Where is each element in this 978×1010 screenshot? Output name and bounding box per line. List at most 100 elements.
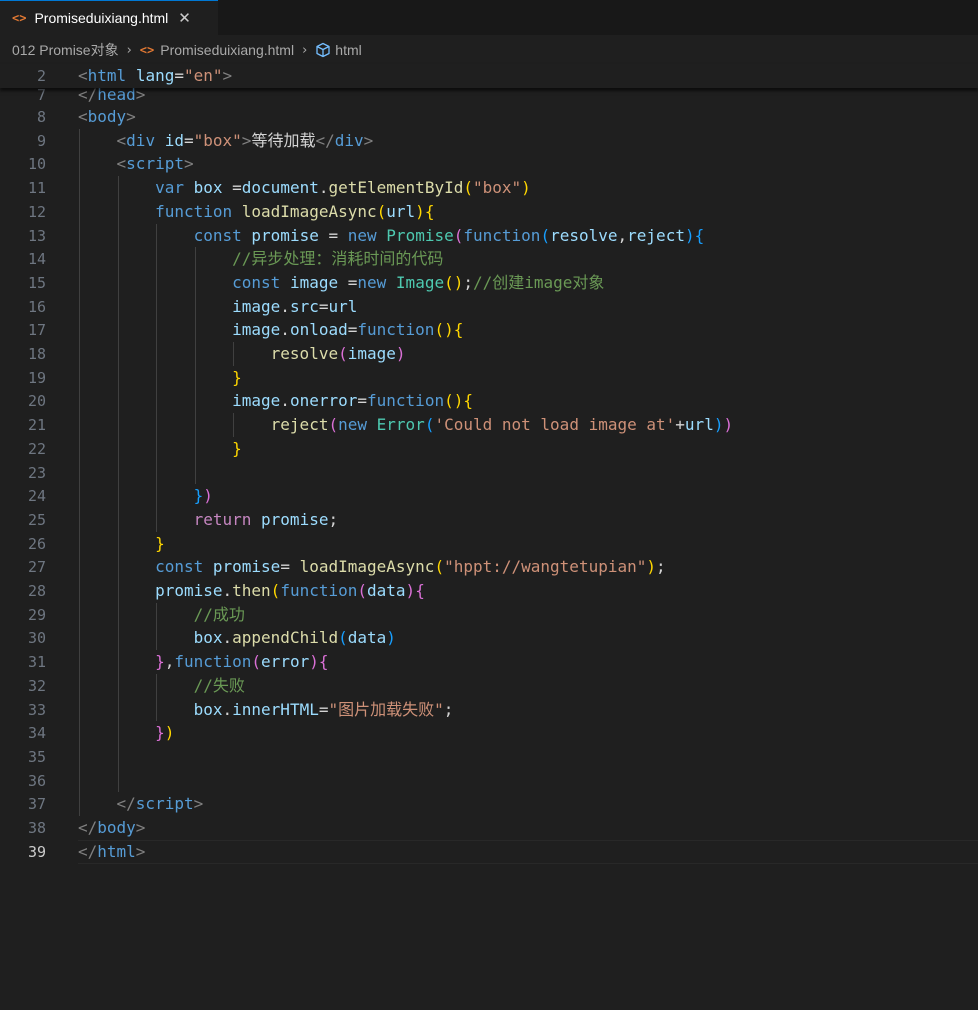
code-token: data bbox=[367, 581, 406, 600]
sticky-scroll-line[interactable]: 2 <html lang="en"> bbox=[0, 64, 978, 88]
code-token: ( bbox=[424, 415, 435, 435]
line-number: 22 bbox=[27, 439, 46, 458]
code-text: <body> bbox=[78, 105, 136, 129]
code-line[interactable]: 8 <body> bbox=[0, 105, 978, 129]
breadcrumb-symbol[interactable]: html bbox=[335, 42, 361, 58]
code-token: () bbox=[434, 320, 454, 340]
code-line[interactable]: 10 <script> bbox=[0, 152, 978, 176]
code-token: Error bbox=[376, 415, 425, 435]
code-line[interactable]: 33 box.innerHTML="图片加载失败"; bbox=[0, 698, 978, 722]
code-token: getElementById bbox=[328, 178, 464, 198]
code-token: < bbox=[116, 154, 127, 174]
indent-guide bbox=[156, 673, 158, 722]
code-line[interactable]: 35 bbox=[0, 745, 978, 769]
code-token: </ bbox=[116, 794, 136, 814]
code-line[interactable]: 31 },function(error){ bbox=[0, 650, 978, 674]
code-line[interactable]: 29 //成功 bbox=[0, 603, 978, 627]
code-line[interactable]: 13 const promise = new Promise(function(… bbox=[0, 224, 978, 248]
code-line[interactable]: 26 } bbox=[0, 532, 978, 556]
code-token: ) bbox=[415, 201, 425, 221]
code-editor[interactable]: 2 <html lang="en"> 7 </head> 8 <body> 9 <div i… bbox=[0, 64, 978, 1010]
code-line[interactable]: 38 </body> bbox=[0, 816, 978, 840]
code-line[interactable]: 25 return promise; bbox=[0, 508, 978, 532]
line-number: 23 bbox=[27, 463, 46, 482]
code-token: ( bbox=[328, 415, 339, 435]
code-line[interactable]: 27 const promise= loadImageAsync("hppt:/… bbox=[0, 555, 978, 579]
code-line[interactable]: 14 //异步处理：消耗时间的代码 bbox=[0, 247, 978, 271]
code-token: onload bbox=[289, 320, 348, 340]
code-line[interactable]: 19 } bbox=[0, 366, 978, 390]
code-token: "box" bbox=[472, 178, 522, 198]
line-number: 13 bbox=[27, 226, 46, 245]
code-text: function loadImageAsync(url){ bbox=[78, 200, 434, 224]
code-line[interactable]: 34 }) bbox=[0, 721, 978, 745]
code-token: { bbox=[318, 652, 329, 672]
code-token: return bbox=[193, 509, 252, 529]
line-number: 25 bbox=[27, 510, 46, 529]
code-token: </ bbox=[78, 841, 98, 861]
code-line[interactable]: 23 bbox=[0, 461, 978, 485]
code-token: body bbox=[87, 107, 127, 126]
code-line[interactable]: 21 reject(new Error('Could not load imag… bbox=[0, 413, 978, 437]
code-line[interactable]: 37 </script> bbox=[0, 792, 978, 816]
code-line[interactable]: 22 } bbox=[0, 437, 978, 461]
code-token: ) bbox=[395, 344, 406, 363]
cube-symbol-icon bbox=[315, 42, 331, 58]
code-line[interactable]: 36 bbox=[0, 769, 978, 793]
code-line[interactable]: 20 image.onerror=function(){ bbox=[0, 389, 978, 413]
code-token: > bbox=[183, 154, 194, 174]
code-text: <script> bbox=[78, 152, 194, 176]
code-line[interactable]: 18 resolve(image) bbox=[0, 342, 978, 366]
code-line[interactable]: 39 </html> bbox=[0, 839, 978, 864]
code-line[interactable]: 11 var box =document.getElementById("box… bbox=[0, 176, 978, 200]
code-line[interactable]: 17 image.onload=function(){ bbox=[0, 318, 978, 342]
code-token: = bbox=[357, 391, 368, 411]
code-line[interactable]: 16 image.src=url bbox=[0, 295, 978, 319]
breadcrumb-file[interactable]: Promiseduixiang.html bbox=[160, 42, 294, 58]
code-line[interactable]: 15 const image =new Image();//创建image对象 bbox=[0, 271, 978, 295]
line-number: 32 bbox=[27, 676, 46, 695]
code-text: resolve(image) bbox=[78, 342, 406, 366]
code-text: //异步处理：消耗时间的代码 bbox=[78, 247, 443, 271]
code-token: const bbox=[193, 225, 242, 245]
code-token: function bbox=[463, 225, 541, 245]
code-token: > bbox=[135, 841, 146, 861]
code-token: + bbox=[675, 415, 685, 435]
line-number: 12 bbox=[27, 202, 46, 221]
code-line[interactable]: 9 <div id="box">等待加载</div> bbox=[0, 129, 978, 153]
line-number: 21 bbox=[27, 416, 46, 435]
code-token: = bbox=[174, 66, 184, 85]
code-token: "hppt://wangtetupian" bbox=[444, 557, 647, 577]
line-number: 17 bbox=[27, 321, 46, 340]
close-icon[interactable]: ✕ bbox=[178, 9, 191, 27]
code-token: const bbox=[232, 272, 281, 292]
code-token: ) bbox=[521, 178, 531, 198]
code-token: ) bbox=[309, 652, 319, 672]
code-line[interactable]: 24 }) bbox=[0, 484, 978, 508]
code-token: reject bbox=[270, 415, 329, 435]
code-token: resolve bbox=[550, 225, 618, 245]
code-token: = bbox=[280, 557, 300, 577]
code-text: //成功 bbox=[78, 603, 245, 627]
breadcrumb-folder[interactable]: 012 Promise对象 bbox=[12, 40, 119, 60]
code-token: script bbox=[126, 154, 184, 174]
code-token: } bbox=[232, 438, 242, 458]
code-token: = bbox=[347, 320, 358, 340]
line-number: 38 bbox=[27, 819, 46, 837]
code-line[interactable]: 28 promise.then(function(data){ bbox=[0, 579, 978, 603]
code-line[interactable]: 32 //失败 bbox=[0, 674, 978, 698]
code-token: src bbox=[289, 296, 319, 316]
editor-tab-promiseduixiang[interactable]: <> Promiseduixiang.html ✕ bbox=[0, 0, 218, 35]
code-token: ) bbox=[684, 225, 695, 245]
code-token: "en" bbox=[183, 66, 223, 85]
code-token: { bbox=[453, 320, 464, 340]
chevron-right-icon: › bbox=[126, 42, 132, 58]
code-line[interactable]: 12 function loadImageAsync(url){ bbox=[0, 200, 978, 224]
code-line[interactable]: 30 box.appendChild(data) bbox=[0, 626, 978, 650]
